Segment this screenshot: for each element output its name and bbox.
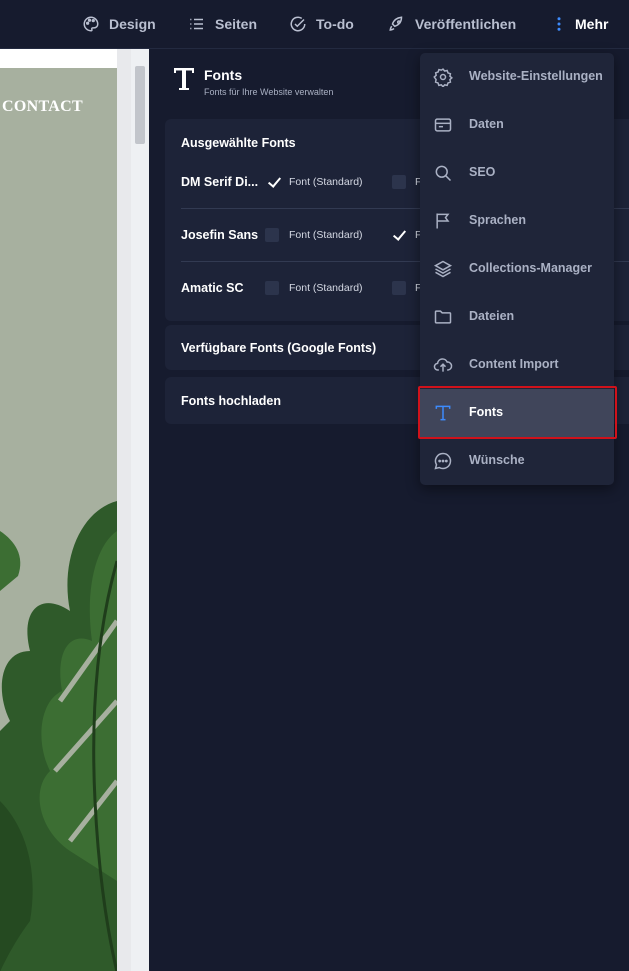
preview-scrollbar-track[interactable]	[131, 49, 149, 971]
nav-more-label: Mehr	[575, 16, 609, 32]
nav-pages-button[interactable]: Seiten	[188, 0, 257, 48]
menu-item-label: Daten	[469, 117, 504, 131]
font-name: Amatic SC	[181, 281, 244, 295]
menu-item-label: Dateien	[469, 309, 515, 323]
layers-icon	[433, 260, 453, 278]
menu-item-content-import[interactable]: Content Import	[420, 341, 614, 389]
default-font-label: Font (Standard)	[289, 282, 363, 294]
menu-item-wishes[interactable]: Wünsche	[420, 437, 614, 485]
default-font-checkbox[interactable]	[265, 281, 279, 295]
flag-icon	[436, 213, 450, 229]
upload-fonts-title: Fonts hochladen	[181, 394, 281, 408]
data-card-icon	[434, 118, 452, 132]
nav-design-button[interactable]: Design	[82, 0, 156, 48]
menu-item-collections-manager[interactable]: Collections-Manager	[420, 245, 614, 293]
panel-title: Fonts	[204, 67, 243, 83]
menu-item-label: Fonts	[469, 405, 504, 419]
nav-todo-label: To-do	[316, 16, 354, 32]
default-font-label: Font (Standard)	[289, 176, 363, 188]
menu-item-website-settings[interactable]: Website-Einstellungen	[420, 53, 614, 101]
folder-icon	[434, 310, 452, 324]
preview-nav-contact: CONTACT	[2, 98, 83, 115]
font-name: Josefin Sans	[181, 228, 259, 242]
font-icon	[435, 405, 451, 421]
menu-item-files[interactable]: Dateien	[420, 293, 614, 341]
menu-item-label: Website-Einstellungen	[469, 69, 603, 83]
search-icon	[435, 165, 452, 182]
menu-item-languages[interactable]: Sprachen	[420, 197, 614, 245]
preview-scrollbar-thumb[interactable]	[135, 66, 145, 144]
cloud-upload-icon	[433, 358, 453, 372]
list-icon	[190, 18, 203, 30]
nav-pages-label: Seiten	[215, 16, 258, 32]
second-font-checkbox[interactable]	[392, 175, 406, 189]
panel-subtitle: Fonts für Ihre Website verwalten	[204, 87, 334, 97]
selected-fonts-title: Ausgewählte Fonts	[181, 136, 296, 150]
website-preview-page[interactable]: CONTACT	[0, 67, 117, 971]
more-dropdown-menu: Website-Einstellungen Daten SEO Sprachen…	[420, 53, 614, 485]
second-font-checkbox[interactable]	[392, 281, 406, 295]
check-circle-icon	[290, 16, 306, 32]
menu-item-seo[interactable]: SEO	[420, 149, 614, 197]
nav-publish-button[interactable]: Veröffentlichen	[388, 0, 516, 48]
nav-design-label: Design	[109, 16, 156, 32]
default-font-checkbox[interactable]	[267, 175, 281, 189]
kebab-icon	[557, 17, 561, 31]
chat-bubble-icon	[434, 452, 452, 470]
palette-icon	[83, 16, 99, 32]
font-icon	[174, 68, 194, 90]
menu-item-fonts[interactable]: Fonts	[420, 389, 614, 437]
menu-item-label: Wünsche	[469, 453, 525, 467]
font-name: DM Serif Di...	[181, 175, 259, 189]
second-font-checkbox[interactable]	[392, 228, 406, 242]
gear-icon	[433, 68, 453, 87]
monstera-leaf-image	[0, 501, 117, 971]
menu-item-label: SEO	[469, 165, 496, 179]
default-font-label: Font (Standard)	[289, 229, 363, 241]
nav-publish-label: Veröffentlichen	[415, 16, 517, 32]
menu-item-data[interactable]: Daten	[420, 101, 614, 149]
nav-more-button[interactable]: Mehr	[552, 0, 608, 48]
default-font-checkbox[interactable]	[265, 228, 279, 242]
menu-item-label: Collections-Manager	[469, 261, 592, 275]
menu-item-label: Sprachen	[469, 213, 526, 227]
top-navigation-bar: Design Seiten To-do Veröffentlichen Mehr	[0, 0, 629, 49]
nav-todo-button[interactable]: To-do	[289, 0, 354, 48]
rocket-icon	[389, 16, 403, 31]
available-fonts-title: Verfügbare Fonts (Google Fonts)	[181, 341, 377, 355]
preview-page-top	[0, 49, 117, 67]
menu-item-label: Content Import	[469, 357, 559, 371]
